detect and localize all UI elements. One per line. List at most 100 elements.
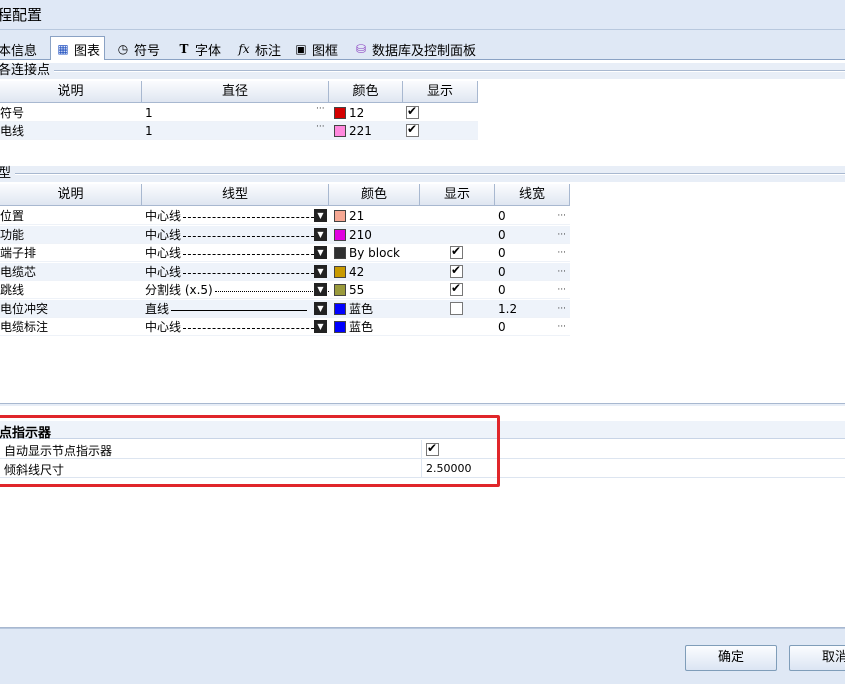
tab-annotation[interactable]: fx 标注 bbox=[236, 38, 281, 60]
connection-row[interactable]: 电线 1 221 ··· bbox=[0, 122, 478, 140]
color-label: 42 bbox=[349, 264, 365, 279]
cell-width[interactable]: 0 ··· bbox=[495, 244, 570, 262]
cell-linetype[interactable]: 中心线 ▼ bbox=[142, 318, 329, 336]
cell-show[interactable] bbox=[403, 122, 478, 140]
color-swatch bbox=[334, 247, 346, 259]
ellipsis-icon[interactable]: ··· bbox=[316, 122, 325, 132]
cell-width[interactable]: 0 ··· bbox=[495, 207, 570, 225]
linetype-name: 中心线 bbox=[145, 320, 182, 334]
cell-color[interactable]: 221 bbox=[329, 122, 403, 140]
tab-frame[interactable]: ▣ 图框 bbox=[293, 38, 338, 60]
ellipsis-icon[interactable]: ··· bbox=[316, 104, 325, 114]
window-title: 程配置 bbox=[0, 6, 43, 24]
ellipsis-icon[interactable]: ··· bbox=[557, 207, 566, 225]
cell-show[interactable] bbox=[420, 318, 495, 336]
linetype-row[interactable]: 电位冲突 直线 ▼ 蓝色 1.2 ··· bbox=[0, 299, 570, 318]
linetype-name: 中心线 bbox=[145, 209, 182, 223]
linetype-section-header: 型 bbox=[0, 166, 845, 182]
cell-show[interactable] bbox=[420, 207, 495, 225]
cell-linetype[interactable]: 中心线 ▼ bbox=[142, 244, 329, 262]
color-label: 55 bbox=[349, 283, 365, 297]
cell-show[interactable] bbox=[420, 300, 495, 318]
cell-show[interactable] bbox=[420, 244, 495, 262]
cell-width[interactable]: 0 ··· bbox=[495, 281, 570, 299]
dropdown-arrow-icon[interactable]: ▼ bbox=[314, 283, 327, 296]
width-value: 0 bbox=[498, 283, 506, 297]
tab-symbol[interactable]: ◷ 符号 bbox=[115, 38, 160, 60]
font-icon: T bbox=[179, 42, 189, 56]
linetype-pattern bbox=[183, 254, 320, 255]
show-checkbox[interactable] bbox=[406, 122, 419, 137]
ellipsis-icon[interactable]: ··· bbox=[557, 318, 566, 336]
linetype-row[interactable]: 端子排 中心线 ▼ By block 0 ··· bbox=[0, 244, 570, 262]
dropdown-arrow-icon[interactable]: ▼ bbox=[314, 320, 327, 333]
cell-linetype[interactable]: 分割线 (x.5) ▼ bbox=[142, 281, 329, 299]
show-checkbox[interactable] bbox=[450, 263, 463, 278]
cell-linetype[interactable]: 直线 ▼ bbox=[142, 300, 329, 318]
dropdown-arrow-icon[interactable]: ▼ bbox=[314, 246, 327, 259]
cell-color[interactable]: 蓝色 bbox=[329, 300, 420, 318]
cell-desc: 电位冲突 bbox=[0, 301, 49, 316]
cell-color[interactable]: By block bbox=[329, 244, 420, 262]
cell-desc: 电缆标注 bbox=[0, 320, 49, 334]
cell-desc: 端子排 bbox=[0, 246, 37, 260]
ellipsis-icon[interactable]: ··· bbox=[557, 226, 566, 244]
tab-chart[interactable]: ▦ 图表 bbox=[50, 36, 106, 61]
linetype-row[interactable]: 电缆芯 中心线 ▼ 42 0 ··· bbox=[0, 262, 570, 281]
cell-color[interactable]: 21 bbox=[329, 207, 420, 225]
color-swatch bbox=[334, 228, 346, 241]
width-value: 0 bbox=[498, 320, 506, 334]
ellipsis-icon[interactable]: ··· bbox=[557, 244, 566, 262]
width-value: 1.2 bbox=[498, 301, 518, 316]
ellipsis-icon[interactable]: ··· bbox=[557, 263, 566, 281]
cell-desc: 符号 bbox=[0, 106, 25, 120]
cell-desc: 功能 bbox=[0, 227, 25, 242]
tab-basic-info[interactable]: 本信息 bbox=[0, 38, 37, 60]
cell-color[interactable]: 210 bbox=[329, 226, 420, 244]
connection-row[interactable]: 符号 1 12 ··· bbox=[0, 104, 478, 122]
ellipsis-icon[interactable]: ··· bbox=[557, 300, 566, 318]
cancel-button[interactable]: 取消 bbox=[789, 645, 845, 671]
dropdown-arrow-icon[interactable]: ▼ bbox=[314, 301, 327, 315]
cell-desc: 电缆芯 bbox=[0, 264, 37, 279]
linetype-name: 中心线 bbox=[145, 227, 182, 242]
cell-linetype[interactable]: 中心线 ▼ bbox=[142, 263, 329, 281]
linetype-row[interactable]: 位置 中心线 ▼ 21 0 ··· bbox=[0, 207, 570, 225]
show-checkbox[interactable] bbox=[406, 104, 419, 119]
cell-color[interactable]: 42 bbox=[329, 263, 420, 281]
cell-width[interactable]: 1.2 ··· bbox=[495, 300, 570, 318]
dropdown-arrow-icon[interactable]: ▼ bbox=[314, 209, 327, 222]
cell-linetype[interactable]: 中心线 ▼ bbox=[142, 207, 329, 225]
cell-diameter[interactable]: 1 bbox=[142, 122, 329, 140]
color-label: 210 bbox=[349, 227, 372, 242]
cell-width[interactable]: 0 ··· bbox=[495, 226, 570, 244]
cell-width[interactable]: 0 ··· bbox=[495, 318, 570, 336]
linetype-row[interactable]: 功能 中心线 ▼ 210 0 ··· bbox=[0, 225, 570, 244]
ok-button[interactable]: 确定 bbox=[685, 645, 777, 671]
cell-show[interactable] bbox=[420, 263, 495, 281]
cell-desc: 跳线 bbox=[0, 283, 25, 297]
show-checkbox[interactable] bbox=[450, 301, 463, 315]
width-value: 0 bbox=[498, 264, 506, 279]
show-checkbox[interactable] bbox=[450, 244, 463, 259]
linetype-name: 直线 bbox=[145, 301, 170, 316]
ellipsis-icon[interactable]: ··· bbox=[557, 281, 566, 299]
linetype-pattern bbox=[183, 272, 320, 274]
linetype-row[interactable]: 电缆标注 中心线 ▼ 蓝色 0 ··· bbox=[0, 318, 570, 336]
color-label: By block bbox=[349, 246, 400, 260]
show-checkbox[interactable] bbox=[450, 281, 463, 296]
cell-diameter[interactable]: 1 bbox=[142, 104, 329, 122]
cell-width[interactable]: 0 ··· bbox=[495, 263, 570, 281]
cell-show[interactable] bbox=[420, 281, 495, 299]
cell-color[interactable]: 12 bbox=[329, 104, 403, 122]
dropdown-arrow-icon[interactable]: ▼ bbox=[314, 227, 327, 241]
cell-show[interactable] bbox=[403, 104, 478, 122]
linetype-row[interactable]: 跳线 分割线 (x.5) ▼ 55 0 ··· bbox=[0, 281, 570, 299]
tab-font[interactable]: T 字体 bbox=[176, 38, 221, 60]
cell-show[interactable] bbox=[420, 226, 495, 244]
tab-database[interactable]: ⛁ 数据库及控制面板 bbox=[353, 38, 476, 60]
cell-color[interactable]: 55 bbox=[329, 281, 420, 299]
cell-color[interactable]: 蓝色 bbox=[329, 318, 420, 336]
cell-linetype[interactable]: 中心线 ▼ bbox=[142, 226, 329, 244]
dropdown-arrow-icon[interactable]: ▼ bbox=[314, 264, 327, 278]
